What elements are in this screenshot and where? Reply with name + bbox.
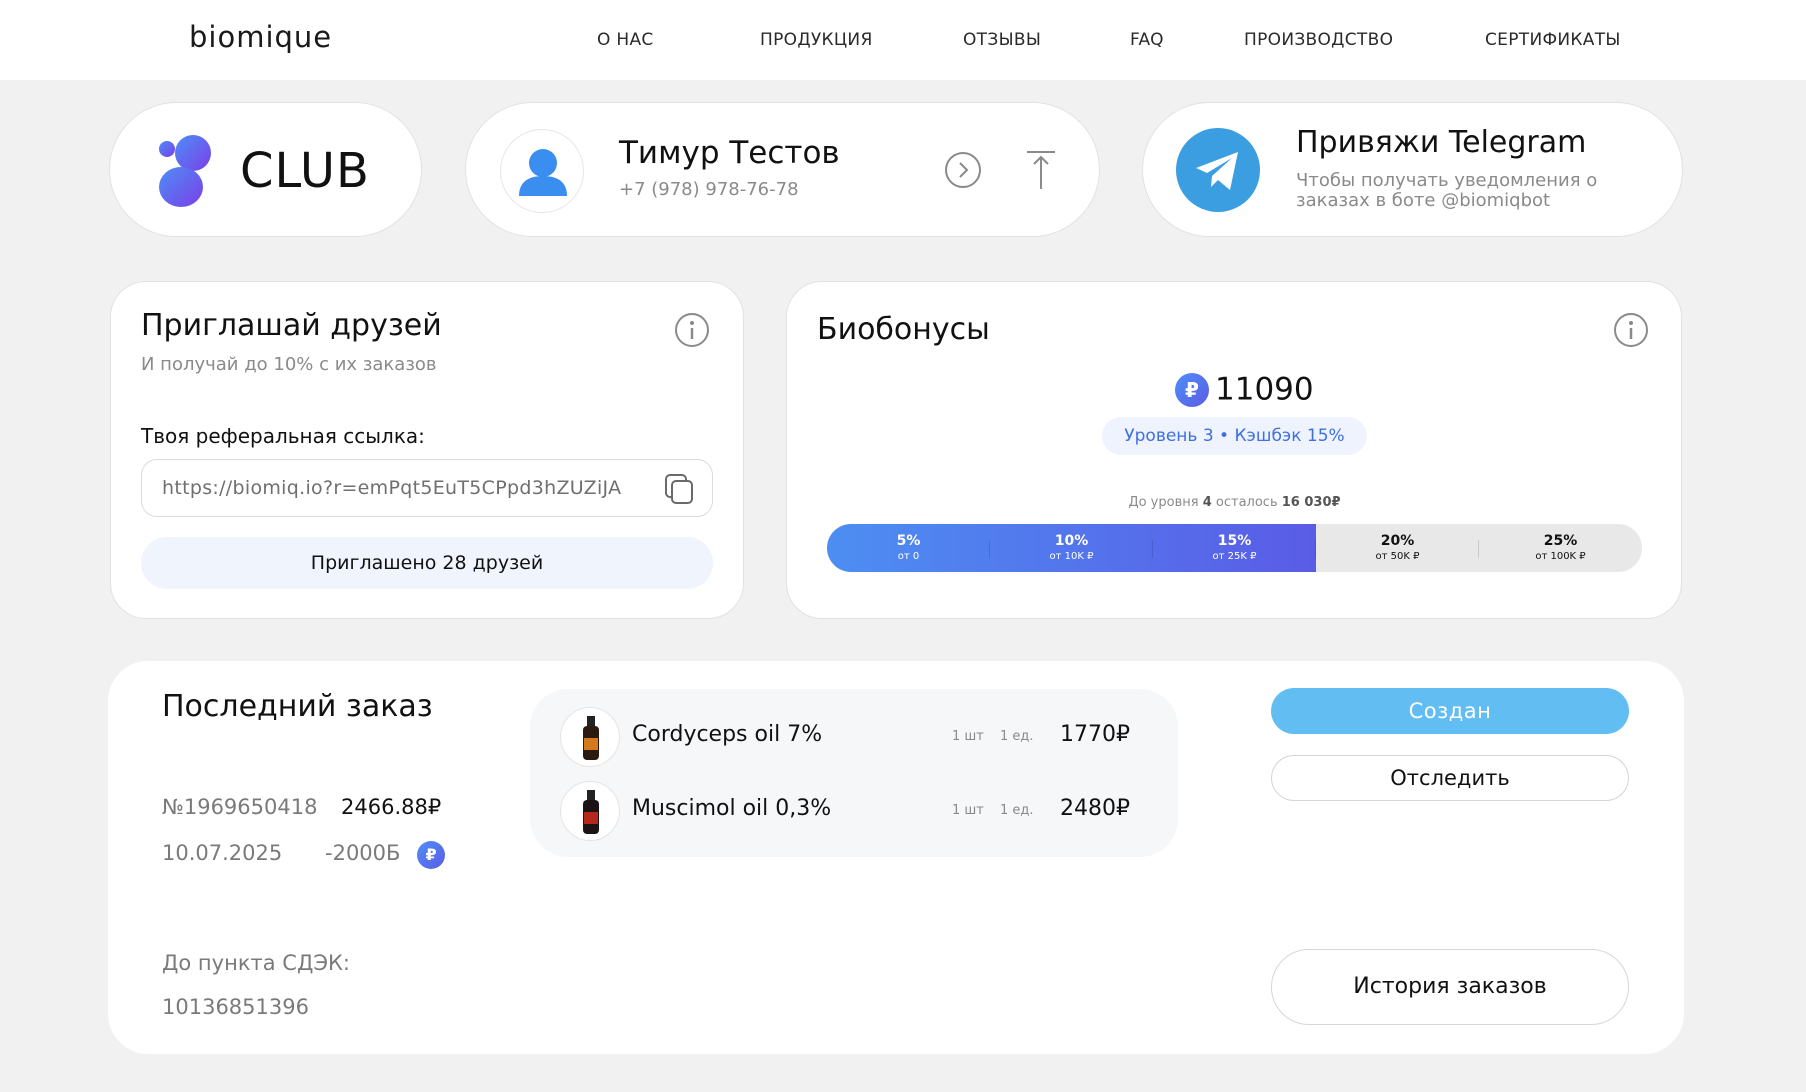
tier-1-percent: 5% (896, 533, 921, 549)
copy-icon[interactable] (664, 473, 694, 505)
product-image (560, 707, 620, 767)
next-level-prefix: До уровня (1128, 495, 1199, 510)
order-items-list: Cordyceps oil 7% 1 шт 1 ед. 1770₽ Muscim… (530, 689, 1178, 857)
info-icon[interactable] (674, 312, 710, 348)
invite-card: Приглашай друзей И получай до 10% с их з… (110, 281, 744, 619)
brand-logo[interactable]: biomique (189, 20, 332, 54)
tier-4-threshold: от 50K ₽ (1375, 551, 1420, 562)
invited-friends-count[interactable]: Приглашено 28 друзей (141, 537, 713, 589)
tier-3-threshold: от 25K ₽ (1212, 551, 1257, 562)
delivery-code: 10136851396 (162, 995, 309, 1019)
bonus-amount: 11090 (1215, 371, 1314, 408)
nav-reviews[interactable]: ОТЗЫВЫ (963, 30, 1041, 50)
telegram-card[interactable]: Привяжи Telegram Чтобы получать уведомле… (1142, 102, 1683, 237)
product-unit: 1 ед. (1000, 803, 1034, 818)
track-order-button[interactable]: Отследить (1271, 755, 1629, 801)
order-total: 2466.88₽ (341, 795, 442, 819)
top-header: biomique О НАС ПРОДУКЦИЯ ОТЗЫВЫ FAQ ПРОИ… (0, 0, 1806, 80)
ruble-icon: ₽ (1175, 372, 1209, 407)
next-level-info: До уровня 4 осталось 16 030₽ (787, 495, 1682, 510)
avatar[interactable] (500, 129, 584, 213)
product-image (560, 781, 620, 841)
tier-3-percent: 15% (1217, 533, 1252, 549)
nav-production[interactable]: ПРОИЗВОДСТВО (1244, 30, 1393, 50)
chevron-right-icon[interactable] (944, 151, 982, 189)
profile-phone: +7 (978) 978-76-78 (619, 179, 799, 200)
nav-faq[interactable]: FAQ (1130, 30, 1164, 50)
product-quantity: 1 шт (952, 729, 984, 744)
order-status-button[interactable]: Создан (1271, 688, 1629, 734)
club-title: CLUB (240, 143, 370, 199)
order-date: 10.07.2025 (162, 841, 283, 865)
product-unit: 1 ед. (1000, 729, 1034, 744)
tier-2: 10% от 10K ₽ (990, 524, 1153, 572)
nav-certificates[interactable]: СЕРТИФИКАТЫ (1485, 30, 1621, 50)
tier-4-percent: 20% (1380, 533, 1415, 549)
product-price: 1770₽ (1060, 722, 1130, 747)
profile-card: Тимур Тестов +7 (978) 978-76-78 (465, 102, 1100, 237)
referral-link: https://biomiq.io?r=emPqt5EuT5CPpd3hZUZi… (162, 477, 622, 499)
list-item[interactable]: Cordyceps oil 7% 1 шт 1 ед. 1770₽ (560, 707, 1160, 767)
biobonus-title: Биобонусы (817, 312, 990, 347)
last-order-card: Последний заказ №1969650418 2466.88₽ 10.… (108, 661, 1684, 1054)
bonus-balance: ₽11090 (1175, 370, 1314, 408)
nav-products[interactable]: ПРОДУКЦИЯ (760, 30, 873, 50)
referral-label: Твоя реферальная ссылка: (141, 424, 425, 448)
invite-subtitle: И получай до 10% с их заказов (141, 354, 437, 375)
profile-name: Тимур Тестов (619, 135, 840, 171)
tier-3: 15% от 25K ₽ (1153, 524, 1316, 572)
tier-5: 25% от 100K ₽ (1479, 524, 1642, 572)
next-level-remaining: 16 030₽ (1281, 495, 1341, 510)
referral-link-field[interactable]: https://biomiq.io?r=emPqt5EuT5CPpd3hZUZi… (141, 459, 713, 517)
tier-4: 20% от 50K ₽ (1316, 524, 1479, 572)
product-name: Cordyceps oil 7% (632, 722, 823, 747)
tier-1: 5% от 0 (827, 524, 990, 572)
bonus-used-value: -2000Б (325, 841, 401, 865)
product-name: Muscimol oil 0,3% (632, 796, 832, 821)
user-icon (519, 149, 567, 196)
next-level-mid: осталось (1215, 495, 1278, 510)
list-item[interactable]: Muscimol oil 0,3% 1 шт 1 ед. 2480₽ (560, 781, 1160, 841)
order-bonus-used: -2000Б ₽ (325, 841, 446, 869)
ruble-icon: ₽ (417, 841, 446, 869)
telegram-icon (1176, 128, 1260, 212)
club-logo-icon (159, 135, 211, 207)
invite-title: Приглашай друзей (141, 308, 442, 343)
telegram-title: Привяжи Telegram (1296, 125, 1587, 160)
club-card: CLUB (109, 102, 422, 237)
order-number: №1969650418 (162, 795, 318, 819)
product-quantity: 1 шт (952, 803, 984, 818)
last-order-title: Последний заказ (162, 689, 433, 724)
tier-2-percent: 10% (1054, 533, 1089, 549)
product-price: 2480₽ (1060, 796, 1130, 821)
telegram-description: Чтобы получать уведомления о заказах в б… (1296, 170, 1598, 211)
tier-5-threshold: от 100K ₽ (1535, 551, 1586, 562)
nav-about[interactable]: О НАС (597, 30, 654, 50)
order-history-button[interactable]: История заказов (1271, 949, 1629, 1025)
next-level-number: 4 (1202, 495, 1212, 510)
biobonus-card: Биобонусы ₽11090 Уровень 3 • Кэшбэк 15% … (786, 281, 1682, 619)
info-icon[interactable] (1613, 312, 1649, 348)
cashback-progress-bar: 5% от 0 10% от 10K ₽ 15% от 25K ₽ 20% от… (827, 524, 1642, 572)
upload-icon[interactable] (1024, 149, 1058, 191)
level-badge: Уровень 3 • Кэшбэк 15% (1102, 417, 1367, 455)
tier-2-threshold: от 10K ₽ (1049, 551, 1094, 562)
tier-1-threshold: от 0 (897, 551, 920, 562)
delivery-label: До пункта СДЭК: (162, 951, 350, 975)
tier-5-percent: 25% (1543, 533, 1578, 549)
